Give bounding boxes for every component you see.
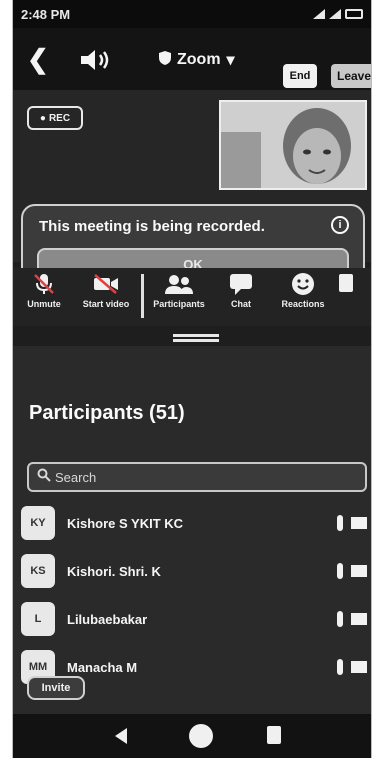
participants-button[interactable]: Participants: [148, 272, 210, 309]
participant-row[interactable]: L Lilubaebakar: [21, 598, 369, 640]
status-icons: [313, 9, 363, 19]
participants-icon: [164, 272, 194, 296]
toolbar-label: Participants: [153, 299, 205, 309]
participants-panel: Participants (51) Search KY Kishore S YK…: [13, 346, 371, 714]
participant-status-icons: [337, 611, 367, 627]
toolbar-label: Unmute: [27, 299, 61, 309]
unmute-button[interactable]: Unmute: [13, 272, 75, 309]
nav-recents-icon[interactable]: [267, 726, 281, 744]
mic-icon: [337, 611, 343, 627]
recording-badge: ● REC: [27, 106, 83, 130]
video-icon: [351, 613, 367, 625]
participant-row[interactable]: KS Kishori. Shri. K: [21, 550, 369, 592]
participant-status-icons: [337, 515, 367, 531]
nav-home-icon[interactable]: [189, 724, 213, 748]
participant-name: Lilubaebakar: [67, 611, 148, 627]
reactions-button[interactable]: Reactions: [272, 272, 334, 309]
search-icon: [37, 468, 51, 487]
toolbar-label: Reactions: [281, 299, 325, 309]
meeting-title: Zoom: [177, 51, 221, 68]
meeting-title-dropdown[interactable]: Zoom ▾: [159, 50, 235, 70]
video-icon: [351, 517, 367, 529]
back-chevron-icon[interactable]: ❮: [27, 46, 49, 72]
participant-name: Kishore S YKIT KC: [67, 515, 184, 531]
recording-badge-label: REC: [48, 112, 71, 124]
meeting-toolbar: Unmute Start video Participants Chat Rea…: [13, 268, 371, 326]
signal-icon: [313, 9, 325, 19]
toolbar-divider: [141, 274, 144, 318]
signal-icon: [329, 9, 341, 19]
nav-back-icon[interactable]: [115, 728, 127, 744]
participants-title: Participants (51): [29, 402, 185, 424]
status-time: 2:48 PM: [21, 6, 71, 22]
video-icon: [351, 661, 367, 673]
invite-button[interactable]: Invite: [27, 676, 85, 700]
participant-row[interactable]: KY Kishore S YKIT KC: [21, 502, 369, 544]
participant-search-input[interactable]: Search: [27, 462, 367, 492]
status-bar: 2:48 PM: [13, 0, 371, 28]
toolbar-label: Start video: [82, 299, 130, 309]
search-placeholder: Search: [55, 469, 97, 485]
start-video-button[interactable]: Start video: [75, 272, 137, 309]
participant-name: Manacha M: [67, 659, 138, 675]
participant-status-icons: [337, 659, 367, 675]
record-dot-icon: ●: [39, 112, 46, 124]
recording-notice-text: This meeting is being recorded.: [39, 218, 265, 235]
chevron-down-icon: ▾: [226, 52, 235, 69]
info-icon[interactable]: i: [331, 216, 349, 234]
mic-icon: [337, 563, 343, 579]
toolbar-label: Chat: [231, 299, 251, 309]
meeting-top-bar: ❮ Zoom ▾ End Leave: [13, 28, 371, 90]
reactions-icon: [288, 272, 318, 296]
avatar: L: [21, 602, 55, 636]
video-icon: [351, 565, 367, 577]
chat-button[interactable]: Chat: [210, 272, 272, 309]
avatar: KS: [21, 554, 55, 588]
shield-icon: [159, 50, 171, 70]
chat-icon: [226, 272, 256, 296]
end-button[interactable]: End: [283, 64, 317, 88]
participant-status-icons: [337, 563, 367, 579]
participant-name: Kishori. Shri. K: [67, 563, 161, 579]
mic-icon: [337, 659, 343, 675]
more-button[interactable]: [334, 272, 358, 296]
panel-drag-handle[interactable]: [173, 334, 219, 342]
self-video-thumbnail[interactable]: [219, 100, 367, 190]
phone-screen: 2:48 PM ❮ Zoom ▾ End Leave ● REC This me…: [12, 0, 372, 758]
system-nav-bar: [13, 714, 371, 758]
mic-icon: [337, 515, 343, 531]
more-icon: [331, 272, 361, 296]
video-off-icon: [91, 272, 121, 296]
speaker-icon[interactable]: [79, 48, 113, 72]
avatar: KY: [21, 506, 55, 540]
leave-button[interactable]: Leave: [331, 64, 371, 88]
mic-off-icon: [29, 272, 59, 296]
battery-icon: [345, 9, 363, 19]
